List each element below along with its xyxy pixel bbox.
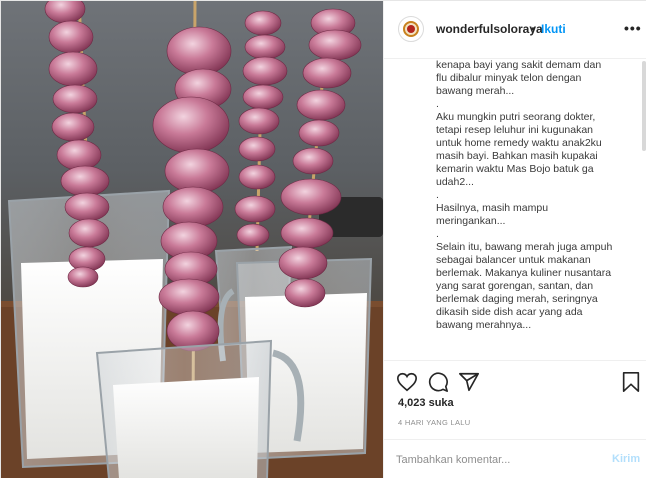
like-count[interactable]: 4,023 suka [398, 397, 454, 409]
share-icon[interactable] [458, 371, 480, 393]
photo-illustration [1, 1, 383, 478]
caption-area[interactable]: kenapa bayi yang sakit demam dan flu dib… [436, 59, 638, 359]
bookmark-icon[interactable] [620, 371, 642, 393]
comment-input[interactable] [396, 450, 596, 470]
post-comment-button[interactable]: Kirim [612, 453, 640, 465]
caption-text: kenapa bayi yang sakit demam dan flu dib… [436, 59, 613, 331]
more-options-icon[interactable]: ••• [624, 20, 642, 36]
avatar-emblem-icon [407, 25, 415, 33]
caption-scrollbar[interactable] [642, 61, 646, 151]
action-bar [384, 360, 646, 400]
username-link[interactable]: wonderfulsoloraya [436, 22, 543, 36]
post-header: wonderfulsoloraya • Ikuti ••• [384, 1, 646, 59]
heart-icon[interactable] [396, 371, 418, 393]
post-timestamp: 4 HARI YANG LALU [398, 418, 471, 427]
comment-icon[interactable] [427, 371, 449, 393]
post-sidebar: wonderfulsoloraya • Ikuti ••• kenapa bay… [383, 1, 646, 478]
instagram-post: wonderfulsoloraya • Ikuti ••• kenapa bay… [0, 0, 646, 478]
avatar[interactable] [398, 16, 424, 42]
follow-button[interactable]: Ikuti [541, 22, 566, 36]
post-photo[interactable] [1, 1, 383, 478]
comment-bar: Kirim [384, 439, 646, 478]
header-separator: • [531, 22, 536, 36]
